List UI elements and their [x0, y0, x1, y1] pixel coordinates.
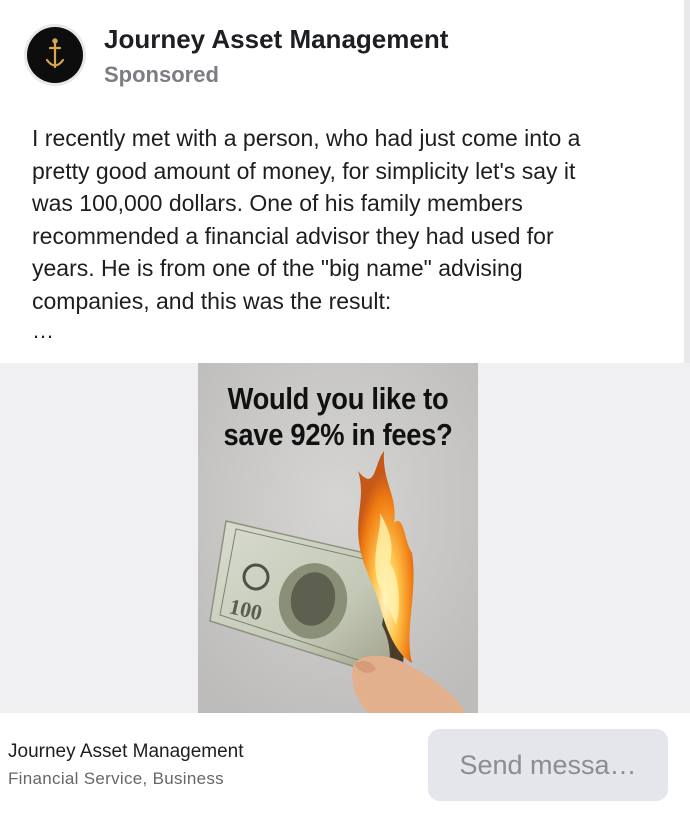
ad-media[interactable]: 100 100 Would you like to save 92% in fe…: [0, 363, 690, 713]
post-text: I recently met with a person, who had ju…: [32, 122, 652, 317]
post-text-line: years. He is from one of the "big name" …: [32, 255, 523, 281]
post-text-line: I recently met with a person, who had ju…: [32, 125, 581, 151]
post-text-line: recommended a financial advisor they had…: [32, 222, 554, 249]
avatar[interactable]: [24, 24, 86, 86]
post-text-line: was 100,000 dollars. One of his family m…: [32, 190, 523, 216]
anchor-logo-icon: [27, 27, 83, 83]
see-more-ellipsis[interactable]: …: [32, 318, 54, 344]
page-name-link[interactable]: Journey Asset Management: [104, 24, 448, 55]
sponsored-label[interactable]: Sponsored: [104, 62, 219, 88]
ad-headline-line: save 92% in fees?: [223, 417, 453, 452]
post-text-line: pretty good amount of money, for simplic…: [32, 157, 576, 184]
post-text-line: companies, and this was the result:: [32, 287, 392, 314]
advertiser-category: Financial Service, Business: [8, 769, 224, 788]
ad-image[interactable]: 100 100 Would you like to save 92% in fe…: [198, 363, 478, 713]
ad-headline-line: Would you like to: [227, 381, 449, 416]
send-message-button[interactable]: Send messa…: [428, 729, 668, 801]
post-header: Journey Asset Management Sponsored: [24, 24, 644, 94]
advertiser-name[interactable]: Journey Asset Management: [8, 741, 244, 763]
ad-footer: Journey Asset Management Financial Servi…: [0, 713, 690, 816]
ad-headline: Would you like to save 92% in fees?: [215, 381, 461, 453]
